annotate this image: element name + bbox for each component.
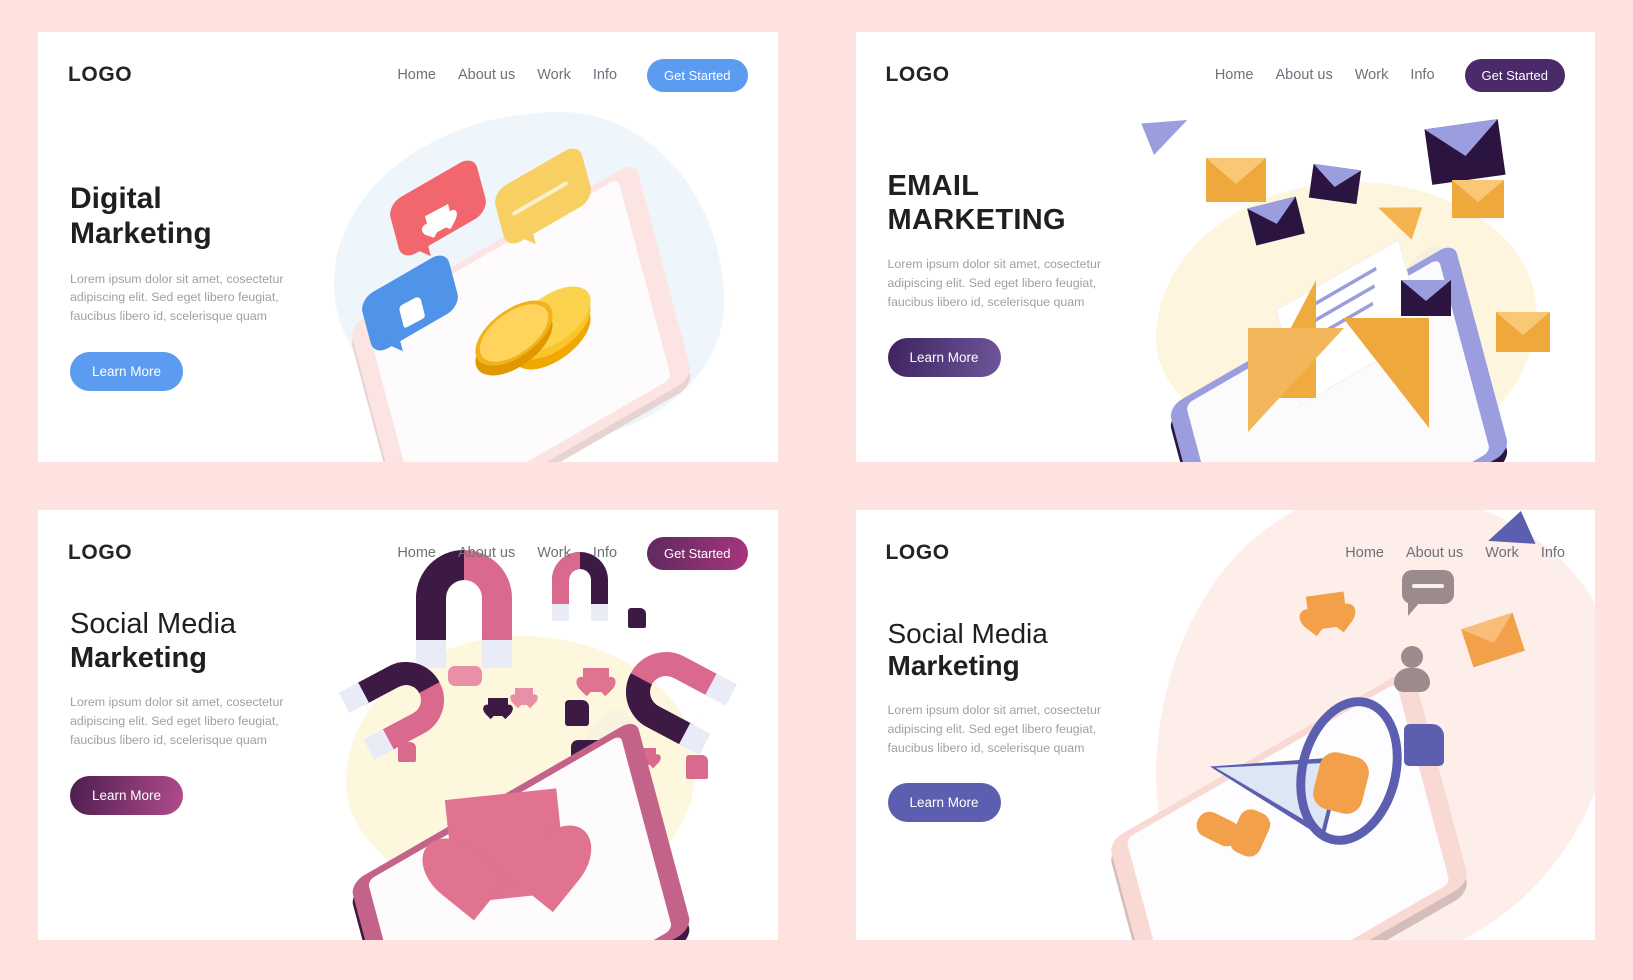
- envelope-flap: [1400, 280, 1451, 301]
- magnet-tip-right: [482, 640, 512, 668]
- title-line-2: Marketing: [70, 641, 207, 674]
- get-started-button[interactable]: Get Started: [647, 58, 748, 92]
- envelope-front-right: [1342, 318, 1429, 428]
- hero-copy: Social Media Marketing Lorem ipsum dolor…: [887, 618, 1178, 823]
- title-line-1: EMAIL: [887, 170, 980, 202]
- navbar: LOGO Home About us Work Info Get Started: [856, 32, 1596, 118]
- navbar: LOGO Home About us Work Info Get Started: [38, 32, 778, 118]
- hero-copy: Social Media Marketing Lorem ipsum dolor…: [70, 608, 360, 815]
- chat-bubble-icon: [448, 666, 482, 686]
- nav-link-work[interactable]: Work: [1485, 545, 1519, 561]
- thumbs-up-icon: [398, 742, 416, 762]
- landing-page-mockup-board: LOGO Home About us Work Info Get Started…: [0, 0, 1633, 980]
- heart-icon: [515, 688, 533, 705]
- page-title: Social Media Marketing: [888, 618, 1178, 683]
- nav-link-home[interactable]: Home: [1345, 545, 1384, 561]
- title-line-2: MARKETING: [887, 203, 1066, 236]
- learn-more-button[interactable]: Learn More: [70, 352, 184, 392]
- phone-heart-icon: [444, 788, 568, 904]
- chat-bubble-tail: [1407, 602, 1420, 616]
- nav-links: Home About us Work Info Get Started: [397, 536, 748, 570]
- magnet-tip-right: [591, 604, 608, 621]
- learn-more-button[interactable]: Learn More: [887, 337, 1001, 377]
- nav-link-home[interactable]: Home: [1215, 67, 1254, 83]
- nav-link-about-us[interactable]: About us: [458, 67, 515, 83]
- thumbs-up-icon: [565, 700, 589, 726]
- navbar: LOGO Home About us Work Info Get Started: [38, 510, 778, 596]
- envelope-flap: [1205, 158, 1266, 184]
- user-icon-head: [1400, 646, 1423, 668]
- logo[interactable]: LOGO: [886, 541, 950, 565]
- title-line-2: Marketing: [887, 650, 1020, 682]
- hero-description: Lorem ipsum dolor sit amet, cosectetur a…: [70, 695, 284, 747]
- card-social-media-marketing-megaphone: LOGO Home About us Work Info Social Medi…: [855, 510, 1596, 940]
- magnet-tip-left: [552, 604, 569, 621]
- learn-more-button[interactable]: Learn More: [887, 783, 1001, 823]
- envelope-orange-small: [1205, 158, 1266, 202]
- nav-link-work[interactable]: Work: [537, 545, 571, 561]
- thumbs-up-icon: [1403, 724, 1444, 766]
- heart-icon: [583, 668, 609, 692]
- envelope-flap: [1310, 163, 1361, 191]
- hero-copy: Digital Marketing Lorem ipsum dolor sit …: [70, 182, 360, 392]
- nav-link-info[interactable]: Info: [593, 67, 617, 83]
- envelope-flap: [1495, 312, 1550, 335]
- get-started-button[interactable]: Get Started: [647, 536, 748, 570]
- page-title: Digital Marketing: [70, 182, 360, 252]
- title-line-2: Marketing: [70, 216, 212, 250]
- title-line-1: Social Media: [887, 618, 1048, 649]
- envelope-orange-far-right: [1495, 312, 1550, 352]
- nav-links: Home About us Work Info Get Started: [397, 58, 748, 92]
- nav-links: Home About us Work Info Get Started: [1215, 58, 1565, 92]
- hero-description: Lorem ipsum dolor sit amet, cosectetur a…: [887, 702, 1101, 755]
- envelope-flap: [1451, 180, 1504, 202]
- page-title: EMAIL MARKETING: [888, 170, 1178, 237]
- heart-icon: [488, 698, 508, 716]
- navbar: LOGO Home About us Work Info: [856, 510, 1596, 596]
- nav-link-info[interactable]: Info: [593, 545, 617, 561]
- hero-description: Lorem ipsum dolor sit amet, cosectetur a…: [70, 271, 284, 324]
- title-line-1: Social Media: [70, 608, 237, 640]
- user-icon-body: [1393, 668, 1430, 692]
- envelope-flap: [1423, 119, 1502, 162]
- nav-link-about-us[interactable]: About us: [458, 545, 515, 561]
- envelope-dark-mid: [1308, 163, 1361, 205]
- hero-description: Lorem ipsum dolor sit amet, cosectetur a…: [887, 257, 1101, 309]
- card-social-media-marketing-magnets: LOGO Home About us Work Info Get Started…: [38, 510, 778, 940]
- nav-link-home[interactable]: Home: [397, 545, 436, 561]
- thumbs-up-icon: [628, 608, 646, 628]
- nav-link-info[interactable]: Info: [1541, 545, 1565, 561]
- page-title: Social Media Marketing: [70, 608, 360, 675]
- nav-link-home[interactable]: Home: [397, 67, 436, 83]
- nav-links: Home About us Work Info: [1345, 545, 1565, 561]
- envelope-front-left: [1247, 328, 1344, 432]
- envelope-dark-large: [1423, 119, 1506, 185]
- nav-link-info[interactable]: Info: [1410, 67, 1434, 83]
- learn-more-button[interactable]: Learn More: [70, 775, 184, 815]
- heart-icon: [1305, 591, 1348, 631]
- logo[interactable]: LOGO: [68, 63, 132, 87]
- title-line-1: Digital: [70, 182, 162, 215]
- get-started-button[interactable]: Get Started: [1464, 58, 1565, 92]
- envelope-dark-right: [1400, 280, 1451, 316]
- nav-link-about-us[interactable]: About us: [1276, 67, 1333, 83]
- nav-link-about-us[interactable]: About us: [1406, 545, 1463, 561]
- nav-link-work[interactable]: Work: [1355, 67, 1389, 83]
- card-email-marketing: LOGO Home About us Work Info Get Started…: [855, 32, 1596, 462]
- hero-copy: EMAIL MARKETING Lorem ipsum dolor sit am…: [887, 170, 1178, 377]
- logo[interactable]: LOGO: [886, 63, 950, 87]
- card-digital-marketing: LOGO Home About us Work Info Get Started…: [38, 32, 778, 462]
- logo[interactable]: LOGO: [68, 541, 132, 565]
- nav-link-work[interactable]: Work: [537, 67, 571, 83]
- envelope-orange-top-right: [1451, 180, 1504, 218]
- thumbs-up-icon: [686, 755, 708, 779]
